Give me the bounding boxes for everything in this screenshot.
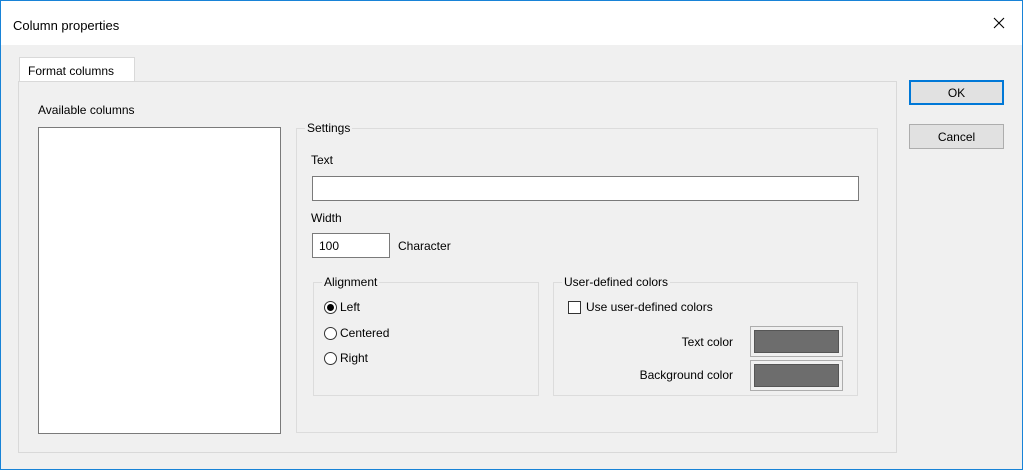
user-colors-legend: User-defined colors (562, 275, 671, 289)
radio-centered[interactable]: Centered (324, 326, 389, 340)
text-color-button[interactable] (750, 326, 843, 357)
radio-left-label: Left (340, 300, 361, 314)
radio-right[interactable]: Right (324, 351, 368, 365)
width-unit-label: Character (398, 239, 451, 253)
cancel-button-label: Cancel (937, 129, 976, 144)
use-user-colors-box (568, 300, 581, 314)
tab-format-columns-label: Format columns (28, 64, 115, 78)
dialog-title: Column properties (13, 18, 120, 33)
available-columns-label: Available columns (38, 103, 135, 117)
close-icon (993, 17, 1005, 29)
user-colors-group: User-defined colors Use user-defined col… (553, 275, 858, 396)
radio-left[interactable]: Left (324, 300, 360, 314)
width-input[interactable] (312, 233, 390, 258)
close-button[interactable] (976, 1, 1022, 45)
ok-button-label: OK (947, 85, 966, 100)
width-label: Width (311, 211, 342, 225)
tab-format-columns[interactable]: Format columns (19, 57, 135, 81)
background-color-button[interactable] (750, 360, 843, 391)
text-color-label: Text color (681, 335, 733, 349)
settings-group: Settings Text Width Character Alignment … (296, 121, 878, 433)
text-input[interactable] (312, 176, 859, 201)
radio-right-circle (324, 351, 337, 365)
background-color-swatch (754, 364, 839, 387)
alignment-legend: Alignment (322, 275, 380, 289)
radio-left-dot (327, 303, 334, 311)
cancel-button[interactable]: Cancel (909, 124, 1004, 149)
radio-left-circle (324, 300, 337, 314)
title-bar: Column properties (1, 1, 1022, 45)
settings-legend: Settings (305, 121, 353, 135)
format-columns-panel: Available columns Settings Text Width Ch… (18, 81, 897, 453)
column-properties-dialog: Column properties Format columns Availab… (0, 0, 1023, 470)
available-columns-list[interactable] (38, 127, 281, 434)
use-user-colors-label: Use user-defined colors (586, 300, 713, 314)
background-color-label: Background color (639, 368, 733, 382)
use-user-colors-checkbox[interactable]: Use user-defined colors (568, 300, 713, 314)
alignment-group: Alignment Left Centered Right (313, 275, 539, 396)
text-label: Text (311, 153, 334, 167)
radio-right-label: Right (340, 351, 369, 365)
radio-centered-label: Centered (340, 326, 390, 340)
text-color-swatch (754, 330, 839, 353)
radio-centered-circle (324, 326, 337, 340)
ok-button[interactable]: OK (909, 80, 1004, 105)
